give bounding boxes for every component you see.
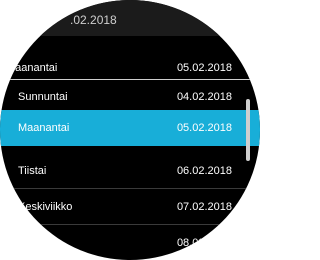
- dropdown-day: Maanantai: [6, 62, 58, 74]
- watch-screen: .02.2018 Maanantai 05.02.2018 Sunnuntai …: [0, 0, 260, 260]
- header-date-text: .02.2018: [70, 13, 117, 27]
- list-item-date: 05.02.2018: [176, 122, 232, 134]
- date-list[interactable]: Sunnuntai 04.02.2018 Maanantai 05.02.201…: [0, 79, 260, 260]
- list-item-day: Sunnuntai: [18, 91, 68, 103]
- list-item-day: Tiistai: [18, 165, 47, 177]
- list-item-selected[interactable]: Maanantai 05.02.2018: [0, 110, 260, 146]
- list-item[interactable]: Torstai 08.02.2018: [0, 225, 260, 260]
- date-dropdown[interactable]: Maanantai 05.02.2018: [0, 57, 260, 80]
- list-item-day: Torstai: [18, 237, 51, 249]
- list-item[interactable]: Tiistai 06.02.2018: [0, 153, 260, 189]
- list-item-date: 07.02.2018: [176, 201, 232, 213]
- list-item[interactable]: Keskiviikko 07.02.2018: [0, 189, 260, 225]
- list-item-date: 04.02.2018: [176, 91, 232, 103]
- list-item-day: Keskiviikko: [18, 201, 73, 213]
- list-item-day: Maanantai: [18, 122, 70, 134]
- dropdown-date: 05.02.2018: [176, 62, 232, 74]
- list-item-date: 08.02.2018: [176, 237, 232, 249]
- scrollbar[interactable]: [246, 99, 250, 161]
- list-item-date: 06.02.2018: [176, 165, 232, 177]
- top-bar: .02.2018: [0, 0, 260, 36]
